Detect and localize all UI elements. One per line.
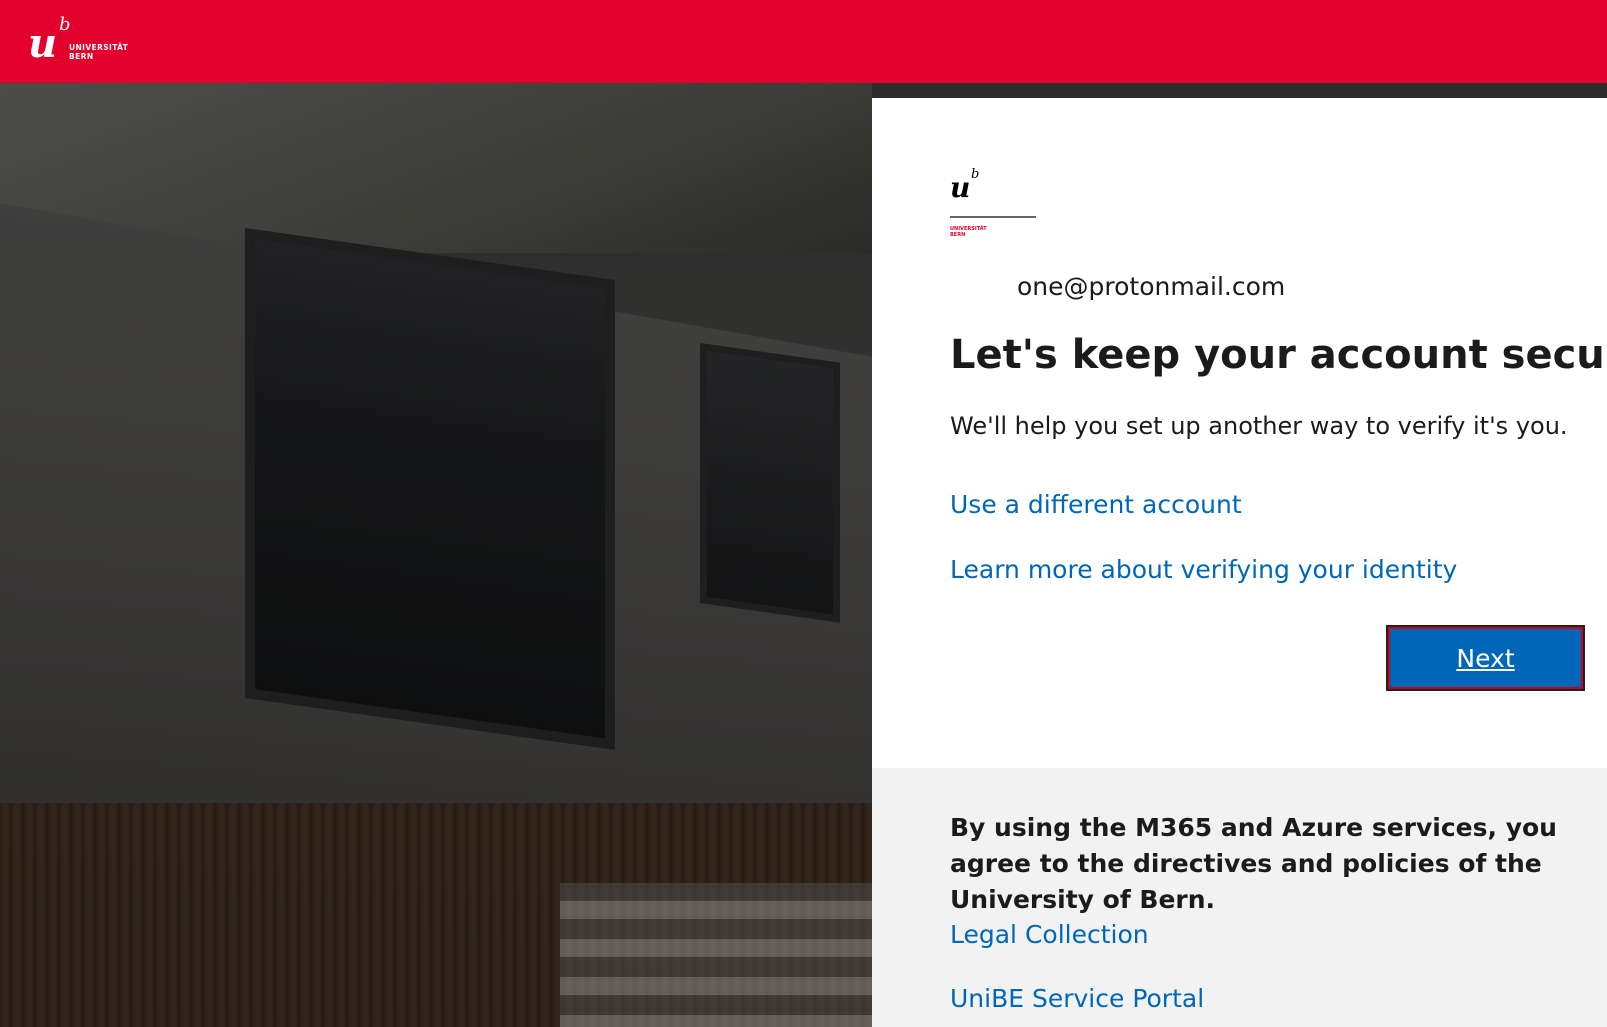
policy-footer: By using the M365 and Azure services, yo… [872, 768, 1607, 1027]
panel-logo: u b UNIVERSITÄT BERN [950, 168, 1040, 244]
panel-logo-superscript: b [971, 167, 980, 182]
background-photo [0, 83, 872, 1027]
logo-text-line1: UNIVERSITÄT [69, 43, 129, 52]
service-portal-link[interactable]: UniBE Service Portal [950, 984, 1204, 1013]
top-header-bar: u b UNIVERSITÄT BERN [0, 0, 1607, 83]
signin-panel: u b UNIVERSITÄT BERN one@protonmail.com … [872, 98, 1607, 768]
use-different-account-link[interactable]: Use a different account [950, 490, 1242, 519]
next-button[interactable]: Next [1388, 627, 1583, 689]
panel-logo-letter: u [950, 171, 971, 204]
background-shade [0, 83, 872, 1027]
page-description: We'll help you set up another way to ver… [950, 412, 1568, 440]
logo-superscript: b [59, 14, 71, 35]
account-email: one@protonmail.com [1017, 272, 1286, 301]
logo-text-line2: BERN [69, 52, 94, 61]
panel-logo-rule [950, 216, 1036, 218]
policy-notice: By using the M365 and Azure services, yo… [950, 813, 1557, 914]
learn-more-link[interactable]: Learn more about verifying your identity [950, 555, 1457, 584]
legal-collection-link[interactable]: Legal Collection [950, 920, 1149, 949]
panel-logo-line2: BERN [950, 232, 966, 238]
logo-letter: u [28, 20, 58, 67]
page-title: Let's keep your account secure [950, 332, 1607, 378]
